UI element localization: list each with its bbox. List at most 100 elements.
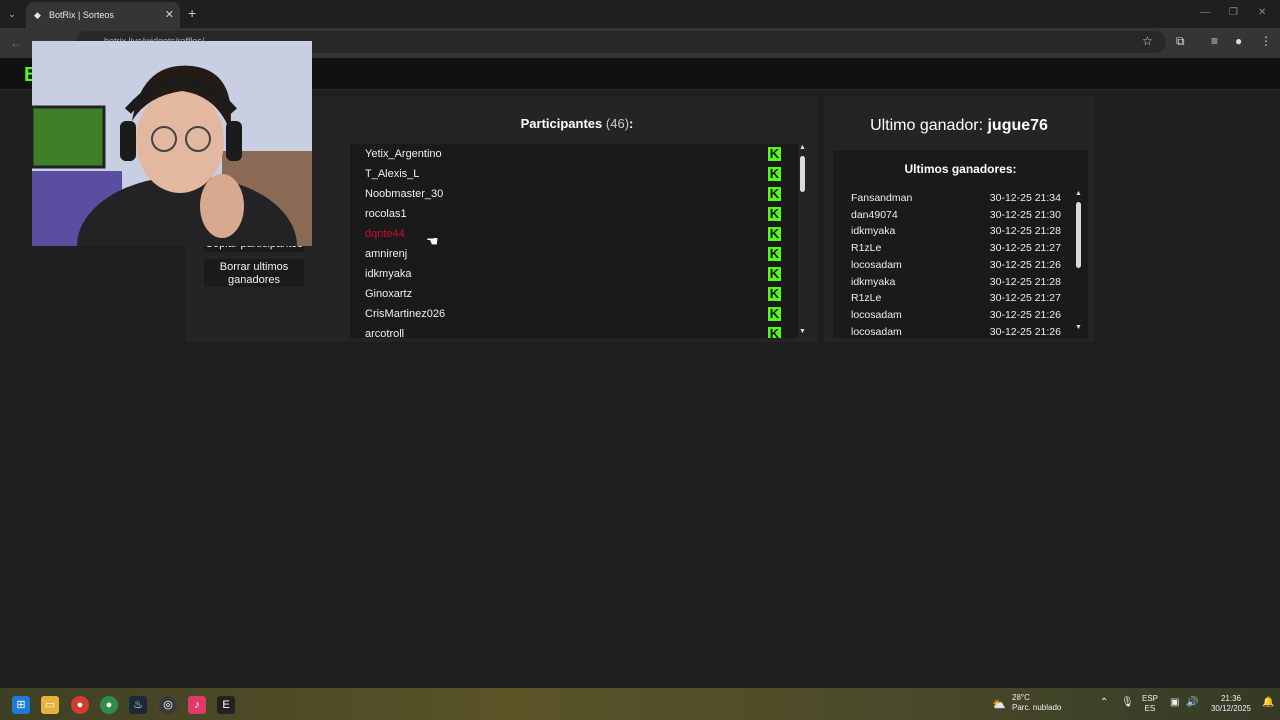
weather-temp: 28°C xyxy=(1012,693,1030,702)
language-code: ESP xyxy=(1142,694,1159,703)
back-icon[interactable]: ← xyxy=(10,36,22,50)
new-tab-button[interactable]: + xyxy=(188,5,196,21)
participant-row[interactable]: Yetix_Argentino K xyxy=(350,144,798,164)
epic-games-icon[interactable]: E xyxy=(217,696,235,714)
hand-cursor-icon: ☚ xyxy=(426,233,439,249)
last-winner-name: jugue76 xyxy=(987,117,1048,134)
participant-name: Ginoxartz xyxy=(365,288,413,300)
winner-row: idkmyaka 30-12-25 21:28 xyxy=(851,274,1061,291)
profile-avatar[interactable]: ● xyxy=(1235,34,1242,48)
participant-name: CrisMartinez026 xyxy=(365,308,446,320)
clear-winners-button[interactable]: Borrar ultimos ganadores xyxy=(204,259,304,287)
start-icon[interactable]: ⊞ xyxy=(12,696,30,714)
participant-row[interactable]: T_Alexis_L K xyxy=(350,164,798,184)
network-icon[interactable]: ▣ xyxy=(1170,698,1179,708)
webcam-overlay xyxy=(32,41,312,246)
winner-row: dan49074 30-12-25 21:30 xyxy=(851,207,1061,224)
kick-icon: K xyxy=(768,166,781,181)
microphone-icon[interactable]: 🎙 xyxy=(1121,698,1134,708)
steam-icon[interactable]: ♨ xyxy=(129,696,147,714)
winner-time: 30-12-25 21:27 xyxy=(989,242,1061,255)
participant-name: rocolas1 xyxy=(365,208,407,220)
browser-tab[interactable]: ◆ BotRix | Sorteos ✕ xyxy=(26,2,180,28)
recent-winners-title: Ultimos ganadores: xyxy=(904,162,1017,176)
participant-name: idkmyaka xyxy=(365,268,412,280)
scroll-thumb[interactable] xyxy=(1076,202,1081,268)
kick-icon: K xyxy=(768,146,781,161)
media-control-icon[interactable]: ≡ xyxy=(1211,34,1218,48)
clock-time: 21:36 xyxy=(1220,694,1242,703)
keyboard-layout: ES xyxy=(1144,704,1156,713)
winner-time: 30-12-25 21:30 xyxy=(989,208,1061,221)
obs-icon[interactable]: ◎ xyxy=(159,696,177,714)
winner-row: R1zLe 30-12-25 21:27 xyxy=(851,290,1061,307)
winners-scrollbar[interactable]: ▲ ▼ xyxy=(1074,190,1084,336)
scroll-up-icon[interactable]: ▲ xyxy=(1075,190,1082,197)
botrix-favicon-icon: ◆ xyxy=(34,9,41,20)
winner-row: locosadam 30-12-25 21:26 xyxy=(851,307,1061,324)
weather-widget[interactable]: 28°C Parc. nublado xyxy=(1012,693,1061,713)
kick-icon: K xyxy=(768,286,781,301)
scroll-down-icon[interactable]: ▼ xyxy=(1075,324,1082,331)
scroll-down-icon[interactable]: ▼ xyxy=(799,328,806,335)
participant-name: Yetix_Argentino xyxy=(365,148,442,160)
participant-name: Noobmaster_30 xyxy=(365,188,444,200)
winner-time: 30-12-25 21:34 xyxy=(989,192,1061,204)
clock[interactable]: 21:36 30/12/2025 xyxy=(1208,694,1254,714)
winner-time: 30-12-25 21:28 xyxy=(989,225,1061,238)
file-explorer-icon[interactable]: ▭ xyxy=(41,696,59,714)
last-winner-heading: Ultimo ganador: jugue76 xyxy=(824,117,1094,135)
minimize-icon[interactable]: — xyxy=(1200,7,1210,18)
winner-time: 30-12-25 21:26 xyxy=(989,325,1061,338)
window-close-icon[interactable]: ✕ xyxy=(1258,7,1266,18)
participant-row[interactable]: dqnte44 K xyxy=(350,224,798,244)
kick-icon: K xyxy=(768,226,781,241)
notifications-icon[interactable]: 🔔 xyxy=(1262,698,1274,708)
participant-name: T_Alexis_L xyxy=(365,168,420,180)
browser-menu-icon[interactable]: ⋮ xyxy=(1260,34,1272,48)
winner-row: R1zLe 30-12-25 21:27 xyxy=(851,240,1061,257)
kick-icon: K xyxy=(768,266,781,281)
participants-list[interactable]: Yetix_Argentino K T_Alexis_L K Noobmaster_30… xyxy=(350,144,798,338)
winner-name: dan49074 xyxy=(851,208,898,221)
bookmark-star-icon[interactable]: ☆ xyxy=(1142,34,1153,48)
participant-name: arcotroll xyxy=(365,328,405,338)
recent-winners-list[interactable]: Ultimos ganadores: Fansandman 30-12-25 21… xyxy=(833,150,1088,338)
winner-name: idkmyaka xyxy=(851,275,896,288)
winner-name: locosadam xyxy=(851,258,902,271)
winner-row: idkmyaka 30-12-25 21:28 xyxy=(851,223,1061,240)
participant-row[interactable]: Noobmaster_30 K xyxy=(350,184,798,204)
participant-row[interactable]: idkmyaka K xyxy=(350,264,798,284)
participant-row[interactable]: rocolas1 K xyxy=(350,204,798,224)
participant-row[interactable]: amnirenj K xyxy=(350,244,798,264)
chrome-active-icon[interactable]: ● xyxy=(100,696,118,714)
maximize-icon[interactable]: ❐ xyxy=(1229,7,1238,18)
tab-search-icon[interactable]: ⌄ xyxy=(4,6,20,22)
tab-close-icon[interactable]: ✕ xyxy=(165,8,174,21)
winner-name: locosadam xyxy=(851,325,902,338)
participant-row[interactable]: Ginoxartz K xyxy=(350,284,798,304)
scroll-thumb[interactable] xyxy=(800,156,805,192)
kick-icon: K xyxy=(768,306,781,321)
participant-row[interactable]: CrisMartinez026 K xyxy=(350,304,798,324)
kick-icon: K xyxy=(768,327,781,338)
volume-icon[interactable]: 🔊 xyxy=(1186,698,1198,708)
participants-count: (46) xyxy=(605,116,630,131)
scroll-up-icon[interactable]: ▲ xyxy=(799,144,806,151)
winner-name: idkmyaka xyxy=(851,225,896,238)
last-winner-label: Ultimo ganador: xyxy=(870,117,984,134)
tiktok-icon[interactable]: ♪ xyxy=(188,696,206,714)
participant-name: amnirenj xyxy=(365,248,408,260)
extensions-icon[interactable]: ⧉ xyxy=(1176,34,1185,49)
winner-row: locosadam 30-12-25 21:26 xyxy=(851,324,1061,338)
winner-time: 30-12-25 21:26 xyxy=(989,308,1061,321)
tray-expand-icon[interactable]: ⌃ xyxy=(1100,698,1108,708)
winner-time: 30-12-25 21:26 xyxy=(989,258,1061,271)
language-indicator[interactable]: ESP ES xyxy=(1142,694,1158,714)
chrome-icon[interactable]: ● xyxy=(71,696,89,714)
participant-name: dqnte44 xyxy=(365,228,405,240)
participants-scrollbar[interactable]: ▲ ▼ xyxy=(798,144,808,338)
weather-icon[interactable]: ⛅ xyxy=(990,696,1008,714)
weather-desc: Parc. nublado xyxy=(1012,703,1062,712)
participant-row[interactable]: arcotroll K xyxy=(350,324,798,338)
